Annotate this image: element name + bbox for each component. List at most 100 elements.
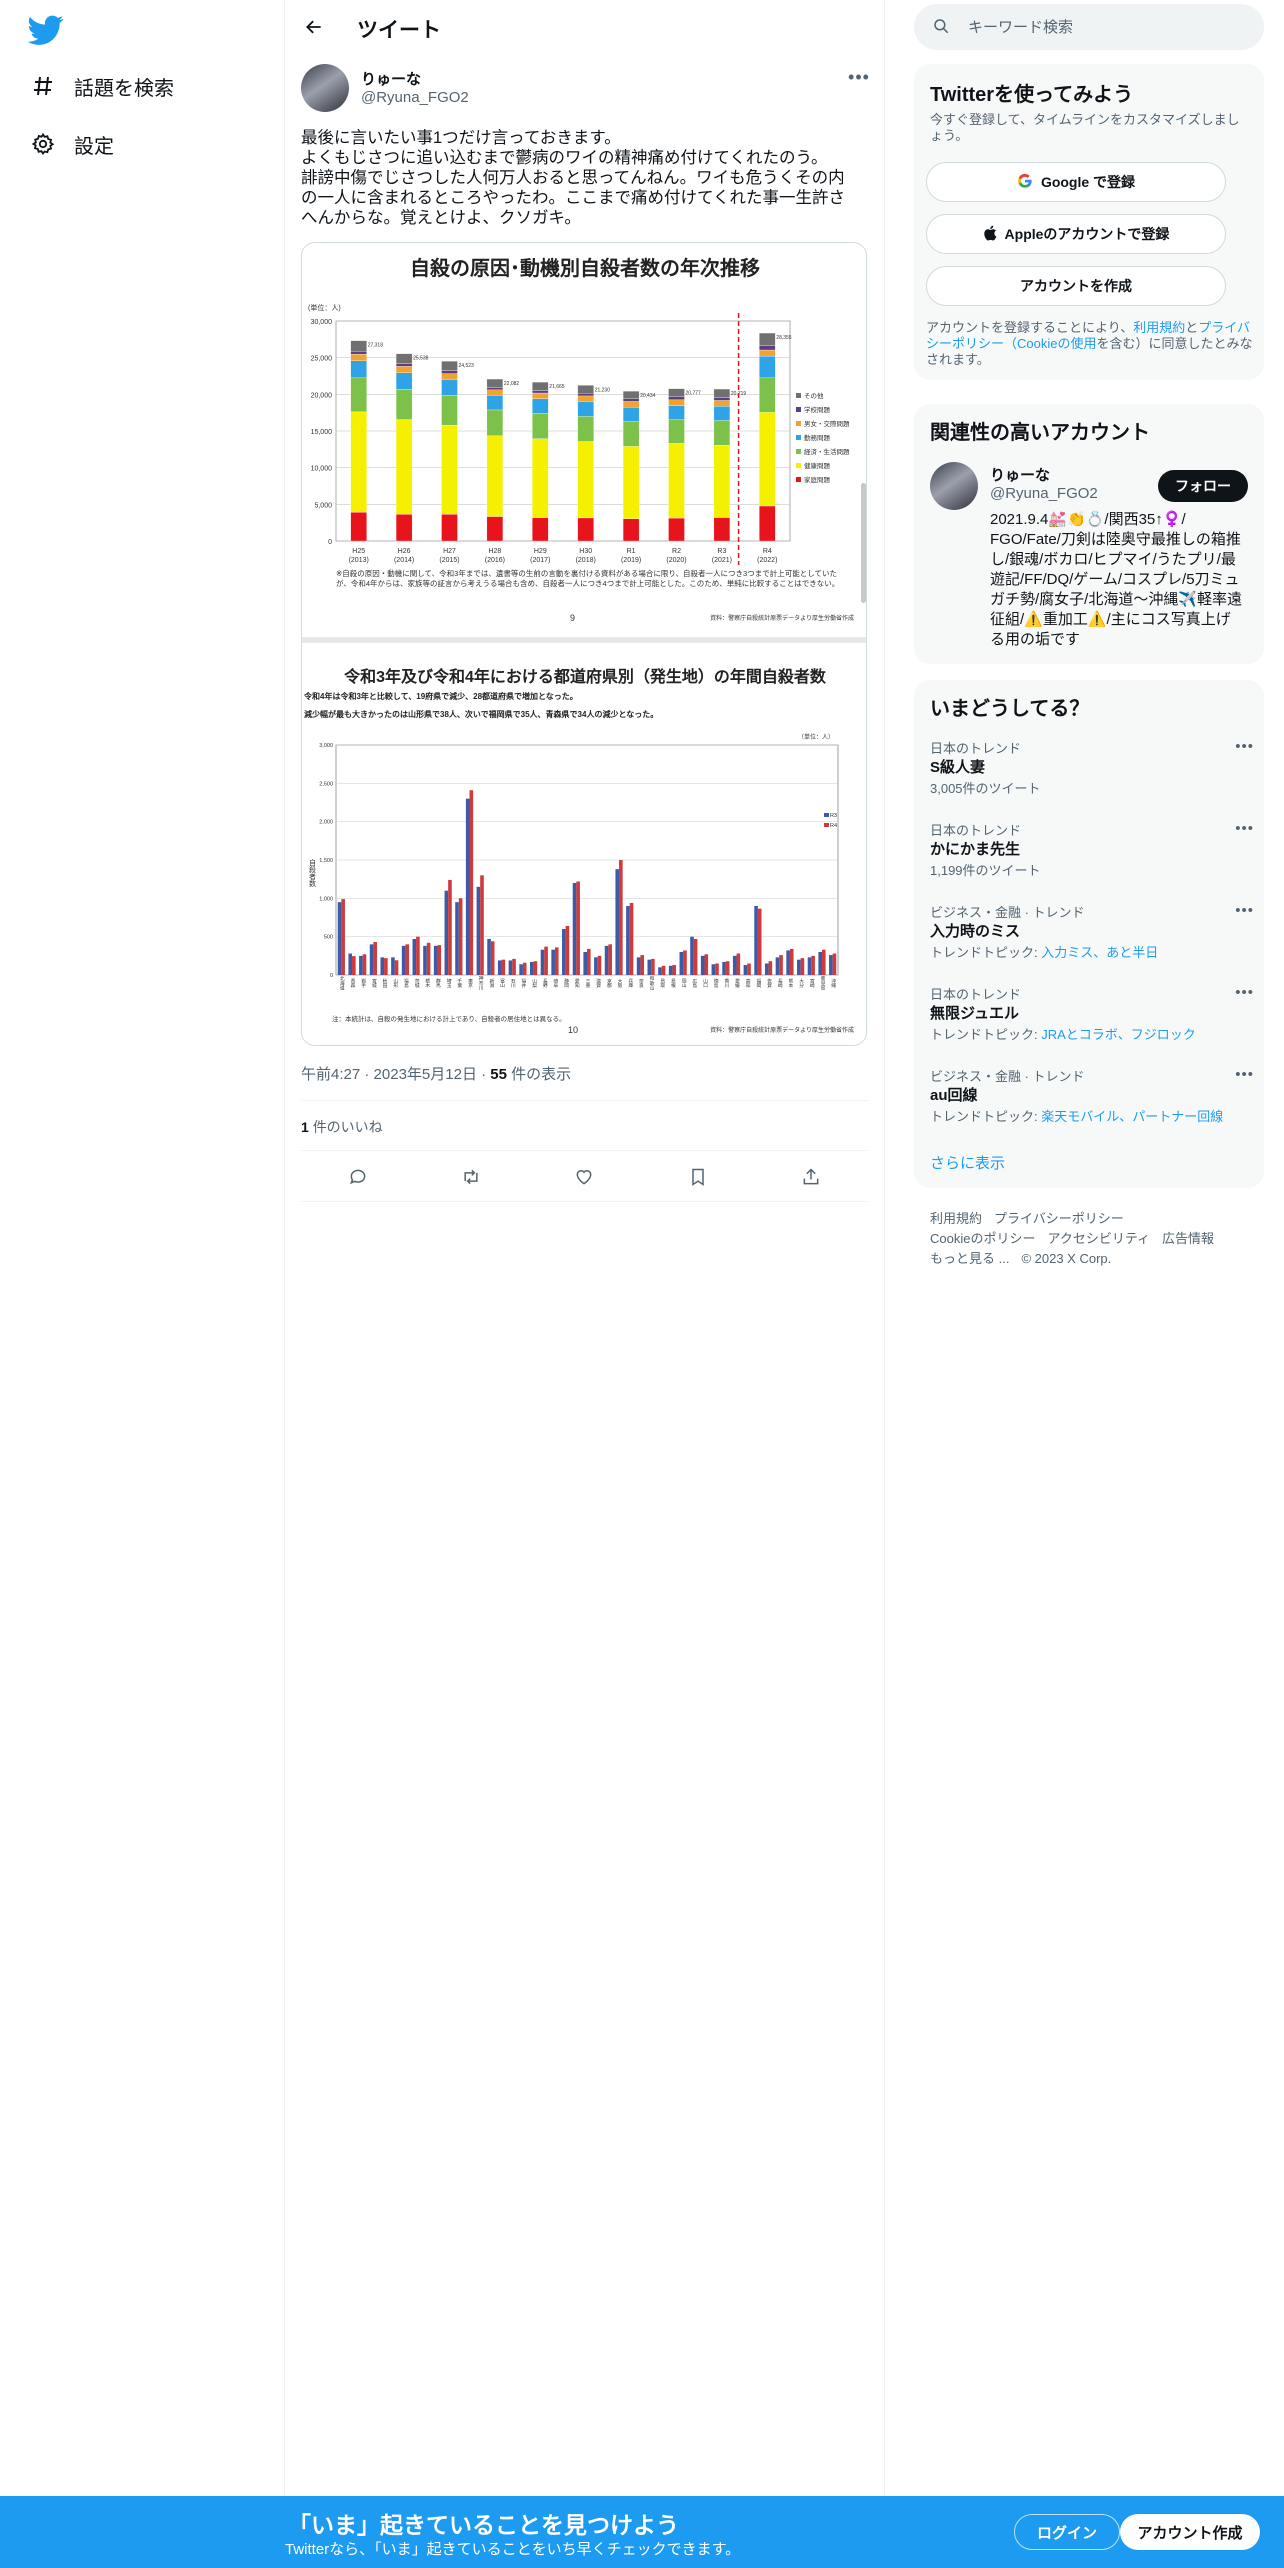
trend-item[interactable]: 日本のトレンド かにかま先生 1,199件のツイート ••• [930,820,1253,890]
bar-segment [622,391,640,400]
trend-more-icon[interactable]: ••• [1235,902,1254,919]
x-tick-label: 愛知 [574,977,579,989]
tweet-time[interactable]: 午前4:27 [301,1066,360,1083]
footer-link[interactable]: 広告情報 [1162,1231,1214,1246]
tweet-author-name[interactable]: りゅーな [361,68,421,89]
x-tick-label: 広島 [691,977,696,989]
chart1-title: 自殺の原因･動機別自殺者数の年次推移 [410,256,760,280]
related-handle[interactable]: @Ryuna_FGO2 [990,485,1098,502]
bar [341,899,345,975]
footer-row: もっと見る ... © 2023 X Corp. [930,1248,1123,1267]
bar [362,954,367,975]
bar-segment [441,425,458,515]
trend-topic-links[interactable]: JRAとコラボ、フジロック [1041,1027,1196,1042]
trend-more-icon[interactable]: ••• [1235,984,1254,1001]
trend-topic-links[interactable]: 入力ミス、あと半日 [1041,945,1158,960]
tweet-author-avatar[interactable] [301,64,349,112]
media-scrollbar[interactable] [861,483,866,603]
footer-link[interactable]: アクセシビリティ [1047,1231,1150,1246]
search-box[interactable] [914,4,1264,50]
bar [651,958,655,975]
legal-pre: アカウントを登録することにより、 [926,320,1134,335]
bar-segment [577,395,594,402]
y-tick-label: 0 [328,539,332,546]
bar [448,879,452,975]
footer-more-link[interactable]: もっと見る ... [930,1251,1009,1266]
login-button[interactable]: ログイン [1014,2514,1120,2550]
bar-segment [577,393,594,397]
signup-button[interactable]: アカウント作成 [1120,2514,1260,2550]
bookmark-icon[interactable] [681,1160,715,1194]
nav-settings[interactable]: 設定 [28,124,114,164]
x-tick-label: R2 [672,548,681,555]
tweet-date[interactable]: 2023年5月12日 [374,1066,477,1083]
bar [615,869,620,975]
tweet-author-handle[interactable]: @Ryuna_FGO2 [361,89,469,106]
bar [433,945,438,975]
apple-signup-button[interactable]: Appleのアカウントで登録 [926,214,1226,254]
bar-segment [622,407,640,422]
trend-more-icon[interactable]: ••• [1235,1066,1254,1083]
bar [764,963,769,975]
search-input[interactable] [968,18,1248,36]
show-more-link[interactable]: さらに表示 [930,1152,1005,1173]
x-tick-label: (2019) [621,557,641,564]
bar [533,961,538,975]
legend-swatch [796,407,801,412]
legend-label: その他 [804,391,824,400]
bar [629,902,634,975]
trend-more-icon[interactable]: ••• [1235,738,1254,755]
legend-swatch [796,477,801,482]
like-icon[interactable] [567,1160,601,1194]
share-icon[interactable] [794,1160,828,1194]
follow-button[interactable]: フォロー [1158,470,1248,502]
bar [337,902,342,975]
trend-name: au回線 [930,1087,978,1104]
related-name[interactable]: りゅーな [990,464,1050,485]
y-tick-label: 20,000 [311,392,333,399]
bar [786,950,790,975]
more-options-icon[interactable]: ••• [845,66,873,88]
bar [754,906,758,975]
nav-explore[interactable]: 話題を検索 [28,66,174,106]
nav-explore-label: 話題を検索 [74,77,174,100]
x-tick-label: 北海道 [339,975,344,992]
bar-segment [350,353,367,361]
terms-link[interactable]: 利用規約 [1133,320,1185,335]
footer-link[interactable]: Cookieのポリシー [930,1231,1035,1246]
x-tick-label: R3 [717,548,726,555]
retweet-icon[interactable] [454,1160,488,1194]
twitter-bird-icon[interactable] [27,12,64,48]
bar [775,957,780,975]
trend-item[interactable]: 日本のトレンド 無限ジュエル トレンドトピック: JRAとコラボ、フジロック •… [930,984,1253,1054]
bar-segment [759,355,776,379]
tweet-media[interactable]: 自殺の原因･動機別自殺者数の年次推移 (単位：人) 0 5,000 10,000 15… [301,242,867,1046]
bar [487,938,491,975]
gear-icon [28,129,58,159]
reply-icon[interactable] [341,1160,375,1194]
create-account-button[interactable]: アカウントを作成 [926,266,1226,306]
trend-item[interactable]: 日本のトレンド S級人妻 3,005件のツイート ••• [930,738,1253,808]
x-tick-label: 神奈川 [478,975,483,991]
bar-segment [395,366,413,373]
footer-link[interactable]: 利用規約 [930,1211,982,1226]
back-arrow-icon[interactable] [299,12,329,42]
trend-item[interactable]: ビジネス・金融 · トレンド au回線 トレンドトピック: 楽天モバイル、パート… [930,1066,1253,1136]
bar-segment [713,517,731,542]
bar-segment [668,388,685,398]
trend-item[interactable]: ビジネス・金融 · トレンド 入力時のミス トレンドトピック: 入力ミス、あと半… [930,902,1253,972]
trend-topics: トレンドトピック: 楽天モバイル、パートナー回線 [930,1106,1223,1125]
trend-name: かにかま先生 [930,841,1021,858]
trend-topic-links[interactable]: 楽天モバイル、パートナー回線 [1041,1109,1223,1124]
bar [636,957,641,975]
google-signup-button[interactable]: Google で登録 [926,162,1226,202]
bar-segment [395,372,413,390]
y-tick-label: 1,000 [319,896,333,902]
bio-line: し/銀魂/ボカロ/ヒプマイ/うたプリ/最 [990,551,1236,568]
footer-link[interactable]: プライバシーポリシー [994,1211,1124,1226]
trend-more-icon[interactable]: ••• [1235,820,1254,837]
related-avatar[interactable] [930,462,978,510]
bar [576,881,580,975]
x-tick-label: 京都 [606,977,611,989]
likes-row[interactable]: 1 件のいいね [301,1117,383,1137]
